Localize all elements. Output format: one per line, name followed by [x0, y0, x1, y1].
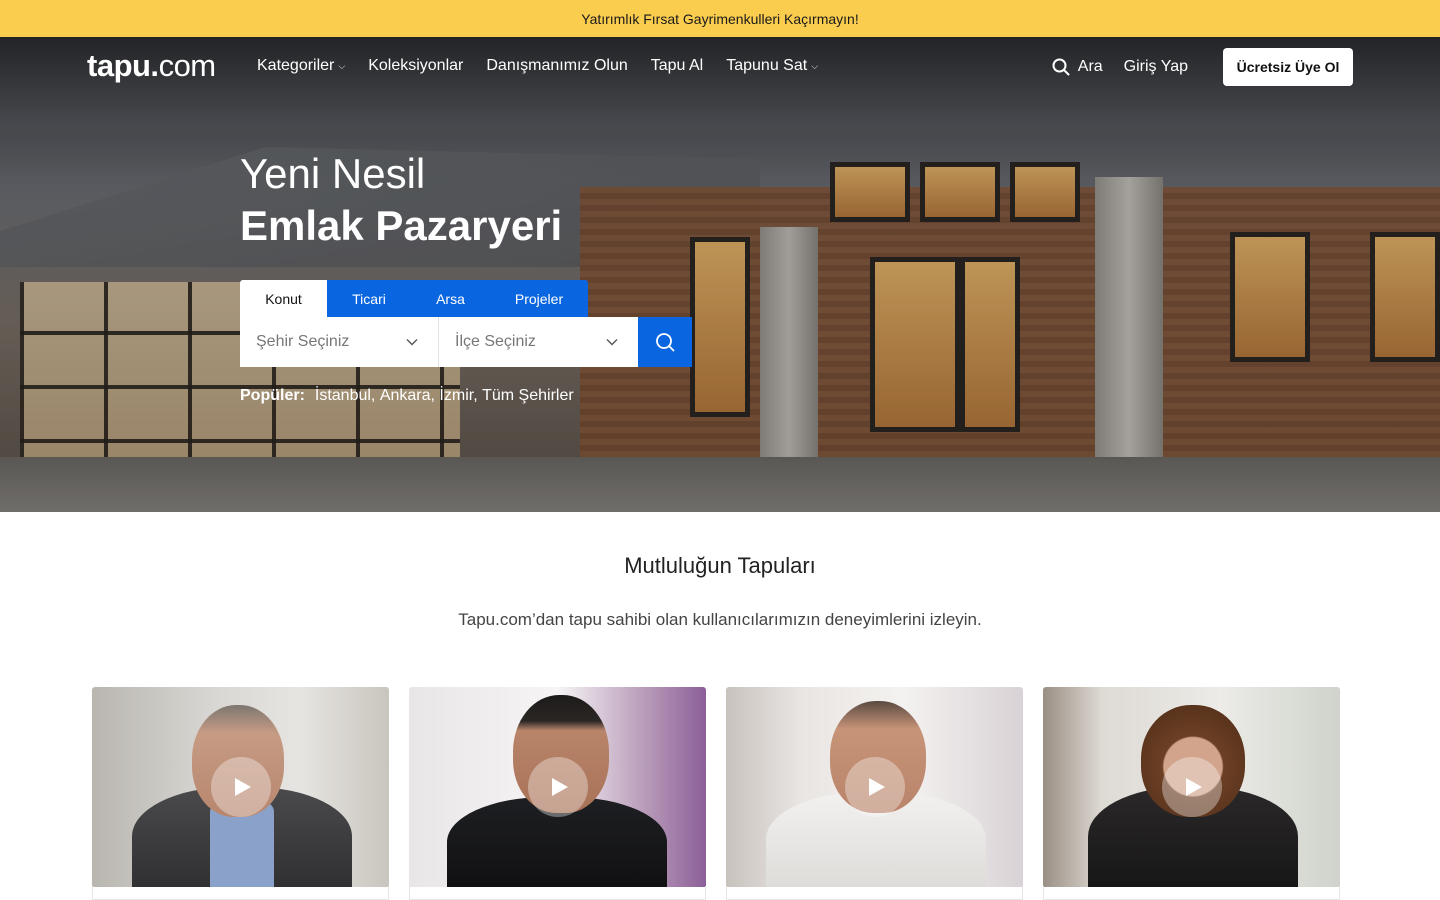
nav-item-label: Kategoriler [257, 57, 335, 74]
header-search-link[interactable]: Ara [1052, 58, 1103, 76]
tab-projeler[interactable]: Projeler [490, 280, 588, 317]
play-icon [551, 778, 568, 796]
city-select[interactable]: Şehir Seçiniz [240, 317, 439, 367]
hero-overlay [0, 37, 1440, 512]
card-footer [726, 886, 1023, 900]
logo-bold: tapu. [87, 48, 159, 83]
tab-arsa[interactable]: Arsa [411, 280, 490, 317]
testimonials-title: Mutluluğun Tapuları [624, 553, 816, 578]
chevron-down-icon [406, 339, 418, 346]
play-button[interactable] [210, 757, 271, 817]
tab-konut[interactable]: Konut [240, 280, 327, 317]
popular-link-izmir[interactable]: İzmir, [439, 387, 477, 405]
logo-light: com [158, 48, 217, 83]
testimonial-video-card[interactable] [1043, 687, 1340, 887]
site-header: tapu.com Kategoriler ⌵ Koleksiyonlar Dan… [0, 37, 1440, 97]
testimonial-video-card[interactable] [726, 687, 1023, 887]
location-search: Şehir Seçiniz İlçe Seçiniz [240, 317, 692, 367]
city-select-placeholder: Şehir Seçiniz [256, 333, 350, 350]
popular-link-all-cities[interactable]: Tüm Şehirler [482, 387, 574, 405]
testimonial-video-card[interactable] [92, 687, 389, 887]
hero-title-line1: Yeni Nesil [240, 150, 426, 197]
search-label: Ara [1077, 58, 1103, 75]
property-type-tabs: Konut Ticari Arsa Projeler [240, 280, 588, 317]
district-select-placeholder: İlçe Seçiniz [455, 333, 536, 350]
nav-item-label: Koleksiyonlar [368, 57, 464, 74]
card-footer [92, 886, 389, 900]
chevron-down-icon: ⌵ [811, 60, 819, 71]
nav-item-tapunu-sat[interactable]: Tapunu Sat ⌵ [726, 57, 818, 75]
nav-item-koleksiyonlar[interactable]: Koleksiyonlar [368, 57, 463, 75]
nav-item-kategoriler[interactable]: Kategoriler ⌵ [257, 57, 345, 75]
nav-item-tapu-al[interactable]: Tapu Al [651, 57, 703, 75]
announcement-text[interactable]: Yatırımlık Fırsat Gayrimenkulleri Kaçırm… [581, 11, 858, 27]
popular-cities: Popüler: İstanbul, Ankara, İzmir, Tüm Şe… [240, 387, 574, 405]
hero-title: Yeni Nesil Emlak Pazaryeri [240, 148, 562, 252]
play-button[interactable] [527, 757, 588, 817]
play-icon [234, 778, 251, 796]
popular-label: Popüler: [240, 387, 305, 404]
play-button[interactable] [844, 757, 905, 817]
search-icon [656, 333, 675, 352]
nav-item-label: Danışmanımız Olun [486, 57, 628, 74]
testimonials-subtitle: Tapu.com’dan tapu sahibi olan kullanıcıl… [458, 610, 982, 629]
nav-item-label: Tapu Al [650, 57, 704, 74]
play-button[interactable] [1161, 757, 1222, 817]
play-icon [868, 778, 885, 796]
nav-item-label: Tapunu Sat [726, 57, 808, 74]
main-nav: Kategoriler ⌵ Koleksiyonlar Danışmanımız… [257, 57, 841, 75]
search-button[interactable] [638, 317, 692, 367]
hero-banner [0, 37, 1440, 512]
announcement-bar[interactable]: Yatırımlık Fırsat Gayrimenkulleri Kaçırm… [0, 0, 1440, 37]
card-footer [1043, 886, 1340, 900]
popular-link-ankara[interactable]: Ankara, [380, 387, 435, 405]
district-select[interactable]: İlçe Seçiniz [439, 317, 638, 367]
search-icon [1052, 58, 1070, 76]
hero-title-line2: Emlak Pazaryeri [240, 202, 563, 249]
nav-item-danismanimiz-olun[interactable]: Danışmanımız Olun [486, 57, 627, 75]
chevron-down-icon: ⌵ [338, 60, 346, 71]
site-logo[interactable]: tapu.com [87, 48, 216, 84]
chevron-down-icon [606, 339, 618, 346]
login-link[interactable]: Giriş Yap [1124, 58, 1188, 76]
tab-ticari[interactable]: Ticari [327, 280, 411, 317]
testimonial-video-list [92, 687, 1340, 887]
card-footer [409, 886, 706, 900]
play-icon [1185, 778, 1202, 796]
testimonial-video-card[interactable] [409, 687, 706, 887]
signup-button[interactable]: Ücretsiz Üye Ol [1223, 48, 1353, 86]
popular-link-istanbul[interactable]: İstanbul, [315, 387, 375, 405]
header-actions: Ara Giriş Yap Ücretsiz Üye Ol [1052, 48, 1353, 86]
card-footers [92, 886, 1340, 900]
